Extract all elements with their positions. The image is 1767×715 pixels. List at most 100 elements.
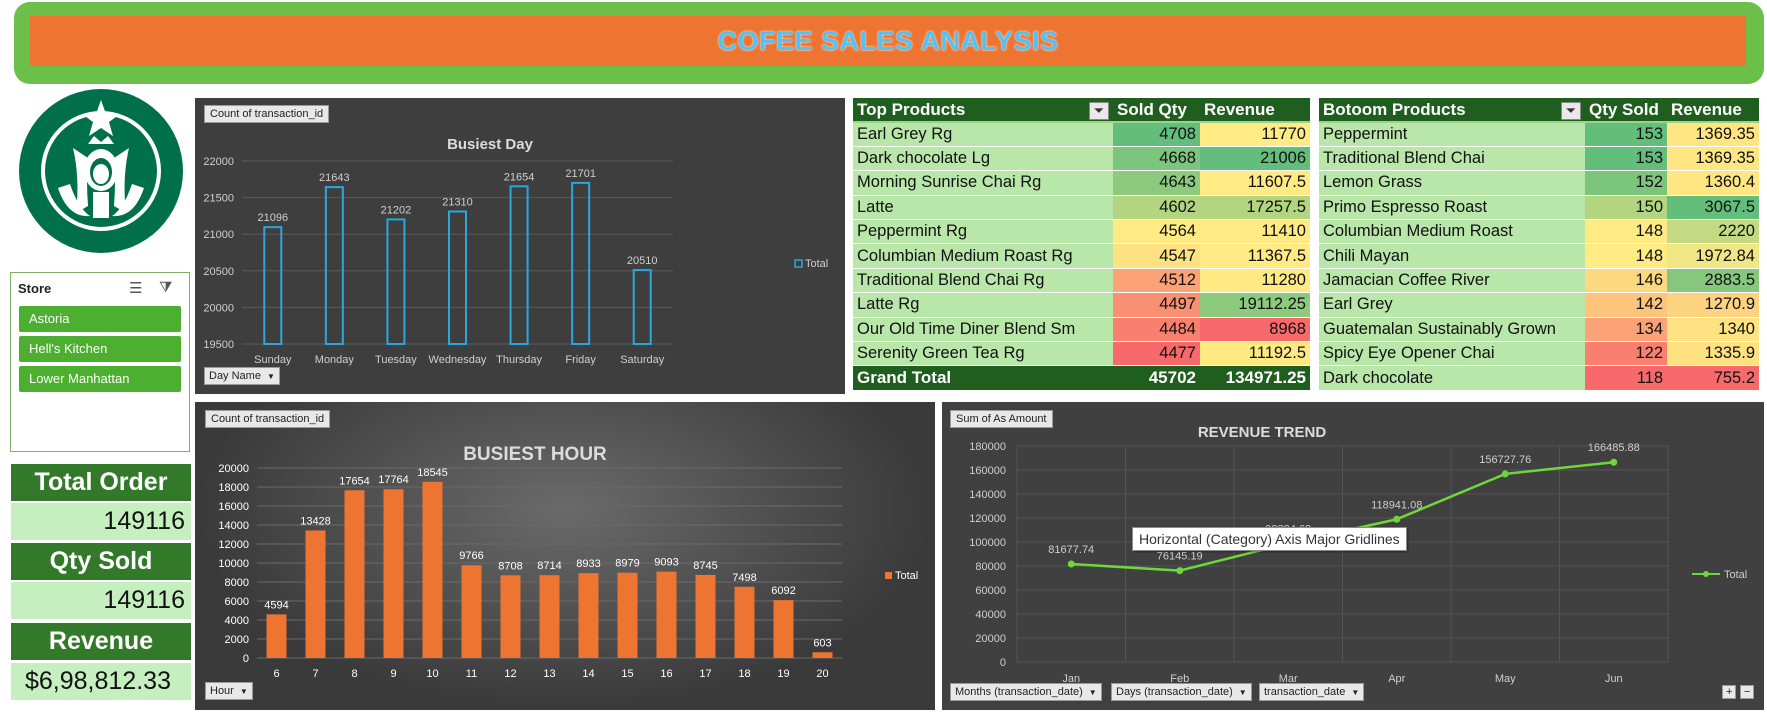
busiest-hour-chart[interactable]: Count of transaction_id BUSIEST HOUR 0 20… [195,402,935,710]
y-tick-label: 21500 [203,193,234,205]
total-order-value: 149116 [11,503,191,540]
legend-label: Total [1724,569,1747,581]
x-tick-label: Thursday [496,354,542,366]
y-tick-label: 40000 [975,609,1006,621]
data-label: 17654 [339,475,370,487]
bar [695,574,716,658]
data-label: 156727.76 [1479,454,1531,466]
bar [812,652,833,658]
qty-cell: 118 [1585,365,1667,391]
revenue-cell: 17257.5 [1200,195,1310,221]
revenue-cell: 8968 [1200,317,1310,343]
collapse-button[interactable]: − [1740,685,1755,699]
table-row: Jamacian Coffee River 146 2883.5 [1319,268,1759,294]
slicer-item-astoria[interactable]: Astoria [19,306,181,332]
revenue-value: $6,98,812.33 [11,663,191,700]
page-title: COFEE SALES ANALYSIS [717,25,1059,56]
clear-filter-icon[interactable]: ⧩ [159,279,172,296]
qty-cell: 146 [1585,268,1667,294]
y-tick-label: 18000 [218,482,249,494]
bar [578,573,599,658]
slicer-item-hells-kitchen[interactable]: Hell's Kitchen [19,336,181,362]
product-name-cell: Primo Espresso Roast [1319,195,1585,221]
x-tick-label: 18 [738,668,750,680]
y-tick-label: 140000 [969,489,1006,501]
x-tick-label: 13 [543,668,555,680]
x-tick-label: 19 [777,668,789,680]
legend-marker [1703,571,1709,577]
header-label: Botoom Products [1323,99,1466,119]
qty-cell: 134 [1585,317,1667,343]
product-name-cell: Chili Mayan [1319,243,1585,269]
slicer-title: Store [18,281,52,296]
revenue-cell: 1340 [1667,317,1759,343]
revenue-cell: 1270.9 [1667,292,1759,318]
data-label: 166485.88 [1588,442,1640,454]
months-field-button[interactable]: Months (transaction_date) ▼ [950,683,1102,701]
bar [500,575,521,658]
bar [386,218,406,345]
data-label: 8979 [615,558,639,570]
x-tick-label: 17 [699,668,711,680]
product-name-cell: Latte Rg [853,292,1113,318]
y-tick-label: 19500 [203,339,234,351]
qty-sold-value: 149116 [11,582,191,619]
table-row: Peppermint 153 1369.35 [1319,122,1759,147]
column-header: Revenue [1200,98,1310,123]
transaction-date-field-button[interactable]: transaction_date ▼ [1259,683,1365,701]
product-name-cell: Traditional Blend Chai Rg [853,268,1113,294]
revenue-cell: 19112.25 [1200,292,1310,318]
table-row: Traditional Blend Chai Rg 4512 11280 [853,268,1310,294]
qty-cell: 152 [1585,170,1667,196]
product-name-cell: Lemon Grass [1319,170,1585,196]
bar [344,490,365,658]
revenue-cell: 2883.5 [1667,268,1759,294]
filter-icon[interactable]: ⏷ [1089,101,1109,120]
revenue-cell: 1369.35 [1667,146,1759,172]
table-header: Botoom Products ⏷ Qty Sold Revenue [1319,98,1759,123]
product-name-cell: Dark chocolate [1319,365,1585,391]
data-label: 18545 [417,467,448,479]
data-label: 8708 [498,560,522,572]
product-name-cell: Jamacian Coffee River [1319,268,1585,294]
multi-select-icon[interactable]: ☰ [129,279,142,297]
filter-icon[interactable]: ⏷ [1561,101,1581,120]
revenue-cell: 11410 [1200,219,1310,245]
grand-total-label: Grand Total [853,365,1113,391]
table-row: Guatemalan Sustainably Grown 134 1340 [1319,317,1759,343]
bar [773,600,794,658]
data-label: 8933 [576,558,600,570]
expand-button[interactable]: + [1722,685,1737,699]
revenue-cell: 755.2 [1667,365,1759,391]
table-row: Traditional Blend Chai 153 1369.35 [1319,146,1759,172]
bottom-products-table: Botoom Products ⏷ Qty Sold Revenue Pepper… [1319,98,1759,391]
days-field-button[interactable]: Days (transaction_date) ▼ [1111,683,1252,701]
column-header: Sold Qty [1113,98,1200,123]
product-name-cell: Peppermint Rg [853,219,1113,245]
revenue-trend-chart[interactable]: Sum of As Amount REVENUE TREND 0 20000 400… [942,402,1764,710]
x-tick-label: 10 [426,668,438,680]
data-label: 21654 [504,171,535,183]
revenue-cell: 11280 [1200,268,1310,294]
qty-cell: 4643 [1113,170,1200,196]
x-tick-label: May [1495,673,1516,685]
dropdown-arrow-icon: ▼ [1238,687,1247,697]
product-name-cell: Latte [853,195,1113,221]
bar [422,481,443,658]
table-row: Columbian Medium Roast Rg 4547 11367.5 [853,243,1310,269]
revenue-cell: 3067.5 [1667,195,1759,221]
x-tick-label: Wednesday [429,354,487,366]
slicer-item-lower-manhattan[interactable]: Lower Manhattan [19,366,181,392]
busiest-day-chart[interactable]: Count of transaction_id Busiest Day 1950… [195,98,845,394]
data-label: 603 [813,637,831,649]
y-tick-label: 8000 [225,577,249,589]
y-tick-label: 10000 [218,558,249,570]
table-row: Latte Rg 4497 19112.25 [853,292,1310,318]
day-name-field-button[interactable]: Day Name ▼ [204,367,280,385]
revenue-cell: 11607.5 [1200,170,1310,196]
hour-field-button[interactable]: Hour ▼ [205,682,253,700]
table-header: Top Products ⏷ Sold Qty Revenue [853,98,1310,123]
data-point [1610,458,1618,466]
legend-label: Total [805,258,828,270]
field-label: Day Name [209,370,261,382]
